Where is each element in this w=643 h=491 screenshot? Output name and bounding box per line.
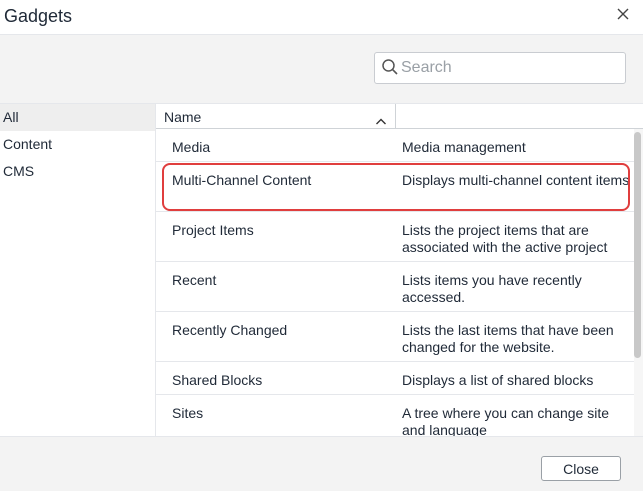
gadget-name: Recent — [172, 272, 217, 288]
grid-scrollbar[interactable] — [634, 129, 643, 436]
gadget-name: Project Items — [172, 222, 254, 238]
gadget-name: Multi-Channel Content — [172, 172, 312, 188]
table-row[interactable]: Media Media management — [156, 129, 634, 162]
gadget-description: Displays a list of shared blocks — [402, 372, 594, 388]
grid-rows: Media Media management Multi-Channel Con… — [156, 129, 634, 436]
category-sidebar: All Content CMS — [0, 104, 156, 436]
table-row[interactable]: Project Items Lists the project items th… — [156, 212, 634, 262]
gadget-name: Recently Changed — [172, 322, 288, 338]
table-row[interactable]: Recently Changed Lists the last items th… — [156, 312, 634, 362]
table-row[interactable]: Recent Lists items you have recently acc… — [156, 262, 634, 312]
dialog-title: Gadgets — [4, 6, 73, 26]
dialog-footer: Close — [0, 436, 643, 491]
grid-header: Name — [156, 104, 643, 129]
gadgets-dialog: Gadgets All Content CMS Name — [0, 0, 643, 491]
column-header-name[interactable]: Name — [156, 104, 396, 128]
gadget-description: Displays multi-channel content items — [402, 172, 630, 188]
gadget-name: Media — [172, 139, 211, 155]
table-row[interactable]: Multi-Channel Content Displays multi-cha… — [156, 162, 634, 212]
dialog-titlebar: Gadgets — [0, 0, 643, 35]
category-item-content[interactable]: Content — [0, 131, 155, 158]
table-row[interactable]: Shared Blocks Displays a list of shared … — [156, 362, 634, 395]
column-header-label: Name — [164, 109, 202, 125]
search-icon — [381, 58, 399, 79]
column-header-description — [396, 104, 643, 128]
search-toolbar — [0, 35, 643, 104]
table-row[interactable]: Sites A tree where you can change site a… — [156, 395, 634, 436]
category-item-all[interactable]: All — [0, 104, 155, 131]
close-icon[interactable] — [613, 4, 633, 24]
gadget-description: Lists the last items that have been chan… — [402, 322, 614, 355]
gadget-name: Shared Blocks — [172, 372, 263, 388]
search-box — [374, 52, 626, 84]
gadget-description: A tree where you can change site and lan… — [402, 405, 610, 436]
gadget-description: Lists the project items that are associa… — [402, 222, 608, 255]
scrollbar-thumb[interactable] — [634, 132, 641, 358]
gadget-grid: Name Media Media management Multi-Channe… — [156, 104, 643, 436]
gadget-description: Media management — [402, 139, 526, 155]
category-item-cms[interactable]: CMS — [0, 158, 155, 185]
gadget-name: Sites — [172, 405, 204, 421]
search-input[interactable] — [401, 59, 616, 77]
close-button[interactable]: Close — [541, 456, 621, 481]
gadget-description: Lists items you have recently accessed. — [402, 272, 582, 305]
